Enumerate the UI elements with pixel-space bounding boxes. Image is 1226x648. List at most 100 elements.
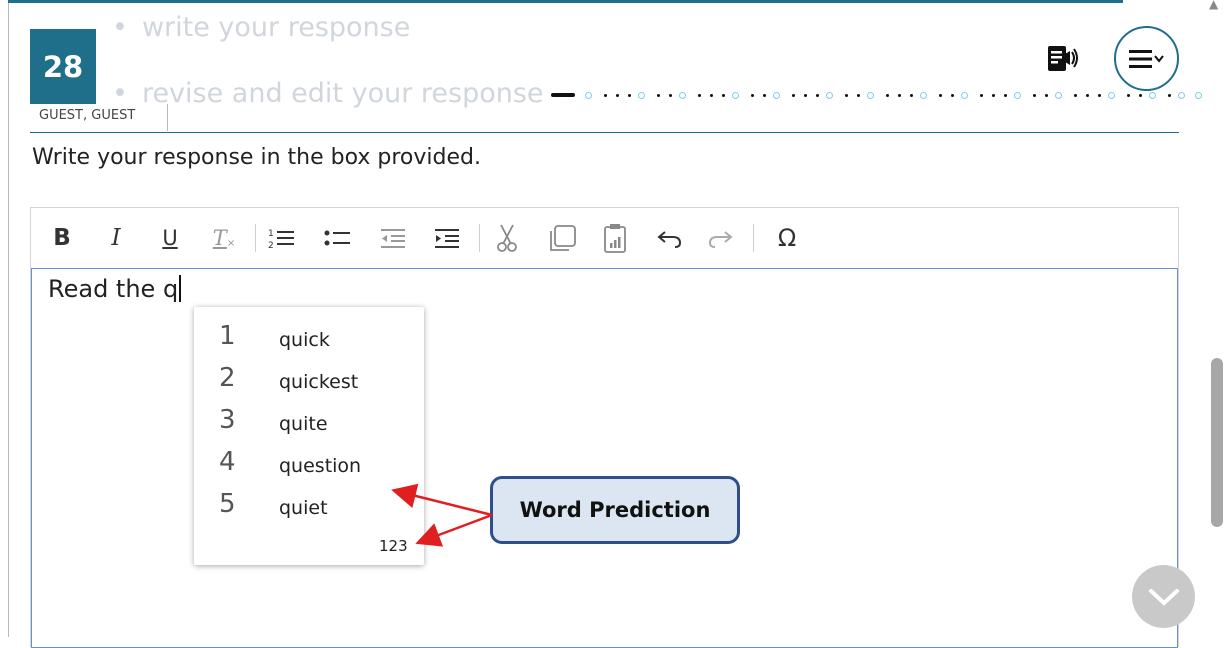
toolbar-separator (753, 224, 754, 252)
word-prediction-number: 4 (219, 447, 236, 477)
progress-step (910, 94, 913, 97)
progress-step (857, 94, 860, 97)
progress-dot (1178, 92, 1185, 99)
progress-step (657, 94, 660, 97)
paste-button[interactable] (600, 222, 630, 254)
text-caret (179, 275, 182, 302)
word-prediction-item[interactable]: 2 quickest (194, 363, 424, 405)
italic-button[interactable]: I (104, 222, 128, 254)
chevron-down-icon (1148, 588, 1179, 606)
progress-step (604, 94, 607, 97)
word-prediction-word: quick (279, 329, 330, 351)
progress-step (1098, 94, 1101, 97)
word-prediction-number: 5 (219, 489, 236, 519)
word-prediction-item[interactable]: 3 quite (194, 405, 424, 447)
progress-dot (961, 92, 968, 99)
word-prediction-number: 3 (219, 405, 236, 435)
cut-button[interactable] (492, 222, 522, 254)
word-prediction-word: quite (279, 413, 328, 435)
progress-step (1004, 94, 1007, 97)
redo-icon (708, 231, 733, 248)
clipboard-icon (604, 224, 626, 253)
progress-step (1033, 94, 1036, 97)
hamburger-menu-icon (1128, 49, 1164, 68)
user-name: GUEST, GUEST (30, 104, 168, 131)
progress-dot (867, 92, 874, 99)
numbered-list-icon: 1 2 (268, 229, 294, 250)
scissors-icon (497, 224, 517, 252)
copy-icon (550, 225, 576, 251)
text-to-speech-icon[interactable] (1043, 40, 1081, 78)
word-prediction-item[interactable]: 5 quiet (194, 489, 424, 531)
word-prediction-word: question (279, 455, 362, 477)
word-prediction-item[interactable]: 4 question (194, 447, 424, 489)
progress-step (722, 94, 725, 97)
svg-text:2: 2 (268, 241, 274, 250)
progress-step (845, 94, 848, 97)
word-prediction-popup: 1 quick 2 quickest 3 quite 4 question 5 quiet 123 (194, 307, 424, 565)
progress-dot (1055, 92, 1062, 99)
scroll-down-button[interactable] (1132, 565, 1195, 628)
progress-dot (1108, 92, 1115, 99)
outdent-icon (381, 229, 405, 248)
numbered-list-button[interactable]: 1 2 (266, 222, 296, 254)
indent-button[interactable] (432, 222, 462, 254)
bold-button[interactable]: B (50, 222, 74, 254)
word-prediction-number: 1 (219, 321, 236, 351)
progress-step (698, 94, 701, 97)
progress-step (1074, 94, 1077, 97)
question-prompt: Write your response in the box provided. (32, 145, 481, 170)
question-number-badge: 28 (30, 29, 96, 104)
progress-step (992, 94, 995, 97)
response-typed-text: Read the q (48, 275, 182, 303)
progress-dot (920, 92, 927, 99)
progress-step (1168, 94, 1171, 97)
progress-dot (1149, 92, 1156, 99)
progress-step (1086, 94, 1089, 97)
progress-step (710, 94, 713, 97)
outdent-button[interactable] (378, 222, 408, 254)
progress-step (804, 94, 807, 97)
progress-dot (638, 92, 645, 99)
progress-step (669, 94, 672, 97)
progress-step (951, 94, 954, 97)
progress-step (1139, 94, 1142, 97)
undo-button[interactable] (654, 222, 684, 254)
progress-step (939, 94, 942, 97)
undo-icon (657, 231, 682, 248)
progress-step (616, 94, 619, 97)
underline-button[interactable]: U (158, 222, 182, 254)
progress-step (1127, 94, 1130, 97)
progress-step (628, 94, 631, 97)
progress-dot (679, 92, 686, 99)
scrollbar-thumb[interactable] (1211, 358, 1223, 527)
editor-toolbar: B I U T × 1 2 Ω (30, 208, 1179, 268)
indent-icon (435, 229, 459, 248)
progress-step (763, 94, 766, 97)
page-top-rule (8, 0, 1123, 3)
word-prediction-word: quickest (279, 371, 359, 393)
progress-step (1045, 94, 1048, 97)
progress-current-marker (551, 93, 575, 97)
special-character-button[interactable]: Ω (772, 222, 802, 254)
word-prediction-item[interactable]: 1 quick (194, 321, 424, 363)
page-left-border (8, 0, 9, 637)
progress-step (898, 94, 901, 97)
progress-indicator (551, 91, 1219, 99)
progress-step (980, 94, 983, 97)
word-prediction-number: 2 (219, 363, 236, 393)
toolbar-separator (255, 224, 256, 252)
progress-step (751, 94, 754, 97)
hamburger-menu-button[interactable] (1114, 26, 1179, 91)
remove-format-button[interactable]: T × (210, 222, 238, 254)
redo-button[interactable] (706, 222, 736, 254)
progress-dot (1014, 92, 1021, 99)
bulleted-list-button[interactable] (322, 222, 352, 254)
progress-dot (773, 92, 780, 99)
bulleted-list-icon (324, 230, 350, 246)
copy-button[interactable] (546, 222, 578, 254)
page-scrollbar[interactable] (1204, 0, 1226, 637)
word-prediction-footer[interactable]: 123 (379, 537, 408, 555)
scroll-up-arrow-icon[interactable]: ▲ (1209, 0, 1218, 11)
toolbar-separator (479, 224, 480, 252)
